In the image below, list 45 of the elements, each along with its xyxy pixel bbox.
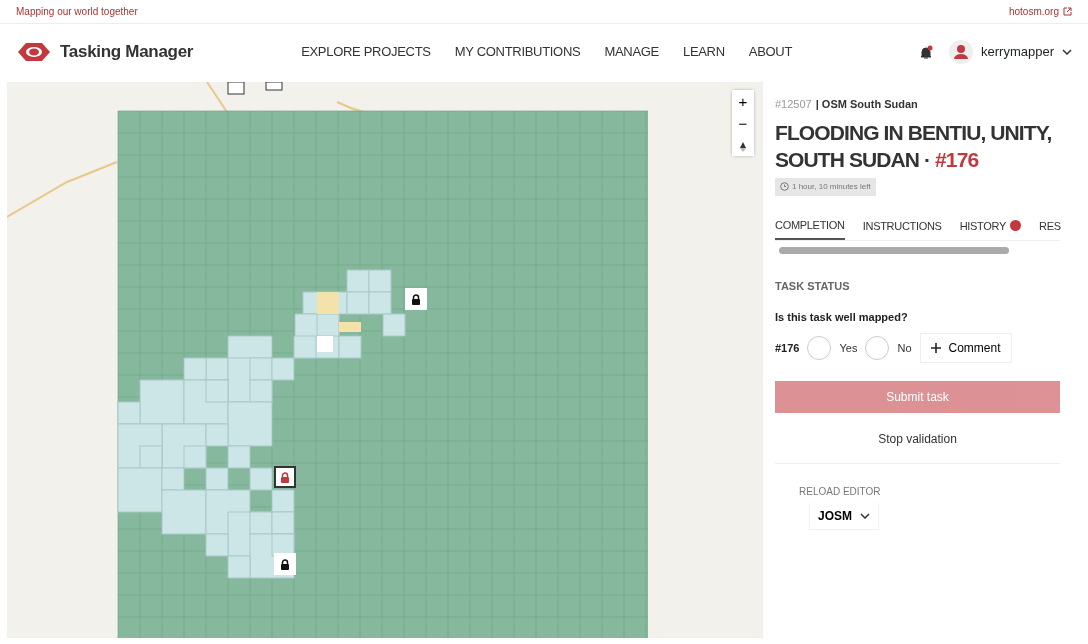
external-link-icon bbox=[1063, 7, 1072, 16]
locked-task-icon[interactable] bbox=[405, 288, 427, 310]
tab[interactable]: RES bbox=[1039, 217, 1061, 240]
radio-option[interactable]: Yes bbox=[807, 336, 858, 361]
zoom-out-button[interactable]: − bbox=[732, 112, 754, 134]
user-menu[interactable]: kerrymapper bbox=[949, 40, 1072, 64]
logo-icon[interactable] bbox=[16, 41, 52, 63]
scrollbar[interactable] bbox=[779, 247, 1009, 255]
question-text: Is this task well mapped? bbox=[775, 309, 909, 325]
brand-name[interactable]: Tasking Manager bbox=[60, 39, 194, 65]
zoom-in-button[interactable]: + bbox=[732, 90, 754, 112]
radio-option[interactable]: No bbox=[865, 336, 912, 361]
external-link[interactable]: hotosm.org bbox=[1008, 4, 1072, 19]
radio-button[interactable] bbox=[807, 336, 832, 361]
stop-validation-button[interactable]: Stop validation bbox=[872, 429, 963, 450]
nav-link[interactable]: EXPLORE PROJECTS bbox=[301, 42, 431, 62]
nav-link[interactable]: ABOUT bbox=[748, 42, 793, 62]
compass-icon bbox=[739, 140, 747, 153]
task-reference: #176 bbox=[775, 340, 800, 356]
section-heading: TASK STATUS bbox=[775, 279, 851, 295]
caret-icon bbox=[860, 513, 870, 520]
locked-task-icon[interactable] bbox=[274, 553, 296, 575]
avatar-icon bbox=[949, 40, 974, 64]
reload-editor-label: RELOAD EDITOR bbox=[799, 485, 882, 500]
bell-icon[interactable] bbox=[919, 44, 934, 60]
task-title: FLOODING IN BENTIU, UNITY, SOUTH SUDAN · #176 bbox=[775, 119, 1053, 173]
comment-button[interactable]: Comment bbox=[919, 333, 1012, 364]
time-left-badge: 1 hour, 10 minutes left bbox=[775, 177, 876, 196]
caret-icon bbox=[1062, 49, 1072, 55]
nav-link[interactable]: MY CONTRIBUTIONS bbox=[454, 42, 581, 62]
organisation-name: | OSM South Sudan bbox=[815, 97, 918, 112]
radio-button[interactable] bbox=[865, 336, 890, 361]
tab[interactable]: INSTRUCTIONS bbox=[862, 217, 942, 240]
editor-dropdown[interactable]: JOSM bbox=[809, 503, 879, 531]
tab[interactable]: HISTORY bbox=[959, 217, 1022, 240]
tab[interactable]: COMPLETION bbox=[775, 216, 845, 241]
nav-link[interactable]: LEARN bbox=[682, 42, 725, 62]
locked-task-icon[interactable] bbox=[274, 466, 296, 488]
nav-link[interactable]: MANAGE bbox=[604, 42, 659, 62]
option-label: Yes bbox=[839, 340, 858, 356]
clock-icon bbox=[780, 182, 789, 192]
compass-button[interactable] bbox=[732, 134, 754, 156]
plus-icon bbox=[930, 343, 941, 354]
tagline-text: Mapping our world together bbox=[16, 5, 138, 19]
option-label: No bbox=[897, 340, 912, 356]
